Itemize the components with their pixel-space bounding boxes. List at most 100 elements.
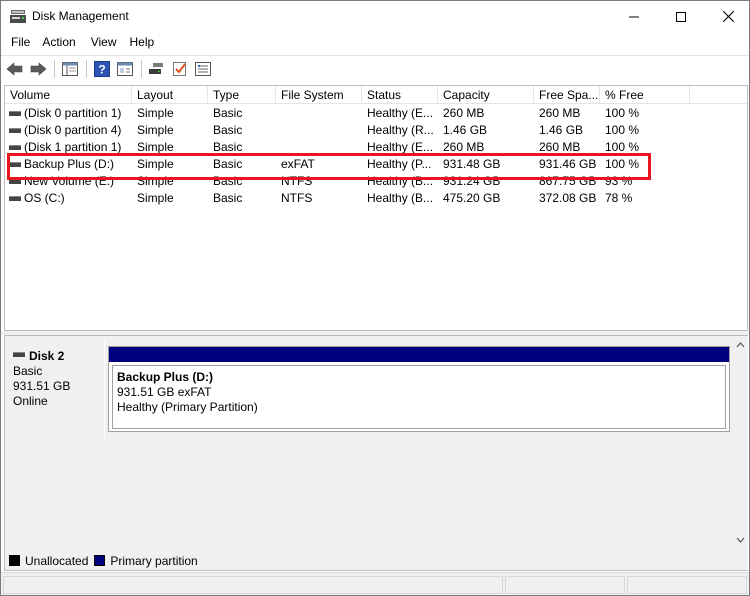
partition-title: Backup Plus (D:) bbox=[117, 370, 214, 384]
settings-panel-icon bbox=[195, 61, 211, 76]
status-bar bbox=[1, 572, 749, 595]
volume-icon bbox=[9, 128, 21, 133]
cell-capacity: 260 MB bbox=[443, 106, 485, 120]
partition-details: Backup Plus (D:) 931.51 GB exFAT Healthy… bbox=[112, 365, 726, 429]
cell-free: 1.46 GB bbox=[539, 123, 584, 137]
show-hide-console-tree-icon bbox=[62, 61, 78, 76]
scroll-up-icon[interactable] bbox=[736, 341, 745, 350]
toolbar: ? bbox=[1, 55, 749, 81]
partition-status: Healthy (Primary Partition) bbox=[117, 400, 258, 414]
column-percent-free[interactable]: % Free bbox=[600, 86, 690, 104]
legend-label: Unallocated bbox=[25, 553, 89, 568]
forward-button[interactable] bbox=[28, 59, 48, 79]
toolbar-separator bbox=[141, 59, 142, 78]
cell-pct: 100 % bbox=[605, 106, 640, 120]
properties-button[interactable] bbox=[115, 59, 135, 79]
column-free-space[interactable]: Free Spa... bbox=[534, 86, 600, 104]
cell-free: 260 MB bbox=[539, 106, 581, 120]
column-file-system[interactable]: File System bbox=[276, 86, 362, 104]
cell-fs: NTFS bbox=[281, 191, 313, 205]
title-bar[interactable]: Disk Management bbox=[1, 1, 749, 32]
column-status[interactable]: Status bbox=[362, 86, 438, 104]
menu-file[interactable]: File bbox=[1, 32, 37, 53]
column-volume[interactable]: Volume bbox=[5, 86, 132, 104]
settings-panel-button[interactable] bbox=[193, 59, 213, 79]
maximize-icon bbox=[676, 11, 686, 22]
toolbar-separator bbox=[86, 59, 87, 78]
disk-info-panel[interactable]: Disk 2 Basic 931.51 GB Online bbox=[7, 341, 105, 439]
minimize-button[interactable] bbox=[611, 1, 657, 32]
close-button[interactable] bbox=[705, 1, 749, 32]
volume-row[interactable]: (Disk 0 partition 1) Simple Basic Healthy (… bbox=[5, 105, 747, 122]
disk-type: Basic bbox=[13, 364, 43, 378]
disk-icon bbox=[13, 352, 25, 358]
cell-pct: 78 % bbox=[605, 191, 633, 205]
primary-partition-swatch bbox=[94, 555, 106, 566]
volume-row[interactable]: OS (C:) Simple Basic NTFS Healthy (B... 475.2… bbox=[5, 190, 747, 207]
cell-status: Healthy (B... bbox=[367, 191, 434, 205]
cell-type: Basic bbox=[213, 123, 243, 137]
legend-unallocated: Unallocated bbox=[9, 554, 88, 568]
cell-fs bbox=[281, 105, 361, 122]
volume-icon bbox=[9, 111, 21, 116]
minimize-icon bbox=[629, 16, 639, 17]
volume-list[interactable]: Volume Layout Type File System Status Ca… bbox=[4, 85, 748, 331]
menu-bar: File Action View Help bbox=[1, 32, 749, 53]
properties-icon bbox=[117, 61, 133, 76]
cell-pct: 100 % bbox=[605, 123, 640, 137]
legend-label: Primary partition bbox=[110, 553, 198, 568]
checklist-icon bbox=[173, 61, 186, 76]
partition-size-fs: 931.51 GB exFAT bbox=[117, 385, 212, 399]
disk-state: Online bbox=[13, 394, 48, 408]
back-button[interactable] bbox=[5, 59, 25, 79]
menu-view[interactable]: View bbox=[83, 32, 124, 53]
volume-row[interactable]: (Disk 0 partition 4) Simple Basic Healthy (… bbox=[5, 122, 747, 139]
cell-capacity: 475.20 GB bbox=[443, 191, 501, 205]
legend-primary-partition: Primary partition bbox=[94, 553, 198, 568]
toolbar-separator bbox=[54, 59, 55, 78]
close-icon bbox=[722, 11, 734, 22]
scroll-down-icon[interactable] bbox=[736, 535, 745, 544]
help-icon: ? bbox=[94, 60, 110, 77]
column-capacity[interactable]: Capacity bbox=[438, 86, 534, 104]
column-type[interactable]: Type bbox=[208, 86, 276, 104]
cell-layout: Simple bbox=[137, 123, 174, 137]
cell-volume: OS (C:) bbox=[24, 191, 65, 205]
checklist-button[interactable] bbox=[170, 59, 190, 79]
cell-layout: Simple bbox=[137, 106, 174, 120]
cell-fs bbox=[281, 122, 361, 139]
status-segment bbox=[627, 576, 747, 594]
cell-type: Basic bbox=[213, 191, 243, 205]
svg-text:?: ? bbox=[98, 62, 105, 76]
partition-block[interactable]: Backup Plus (D:) 931.51 GB exFAT Healthy… bbox=[108, 346, 730, 432]
volume-list-header: Volume Layout Type File System Status Ca… bbox=[5, 86, 747, 104]
help-button[interactable]: ? bbox=[92, 59, 112, 79]
partition-color-bar bbox=[109, 347, 729, 362]
volume-icon bbox=[9, 196, 21, 201]
disk-name: Disk 2 bbox=[29, 349, 65, 363]
cell-type: Basic bbox=[213, 106, 243, 120]
back-icon bbox=[6, 61, 23, 76]
cell-volume: (Disk 0 partition 1) bbox=[24, 106, 122, 120]
disk-management-window: Disk Management File Action View Help ? bbox=[0, 0, 750, 596]
connect-button[interactable] bbox=[147, 59, 167, 79]
forward-icon bbox=[30, 61, 47, 76]
unallocated-swatch bbox=[9, 555, 20, 566]
highlight-annotation bbox=[7, 153, 651, 180]
cell-capacity: 1.46 GB bbox=[443, 123, 488, 137]
status-segment bbox=[3, 576, 503, 594]
column-layout[interactable]: Layout bbox=[132, 86, 208, 104]
cell-status: Healthy (E... bbox=[367, 106, 434, 120]
show-hide-console-tree-button[interactable] bbox=[60, 59, 80, 79]
maximize-button[interactable] bbox=[658, 1, 704, 32]
disk-graphical-view[interactable]: Disk 2 Basic 931.51 GB Online Backup Plu… bbox=[4, 335, 748, 571]
connect-icon bbox=[149, 62, 163, 74]
menu-help[interactable]: Help bbox=[124, 32, 162, 53]
status-segment bbox=[505, 576, 625, 594]
disk-management-icon bbox=[10, 10, 26, 23]
volume-icon bbox=[9, 145, 21, 150]
vertical-scrollbar[interactable] bbox=[733, 336, 748, 570]
menu-action[interactable]: Action bbox=[37, 32, 82, 53]
cell-free: 372.08 GB bbox=[539, 191, 597, 205]
disk-size: 931.51 GB bbox=[13, 379, 71, 393]
